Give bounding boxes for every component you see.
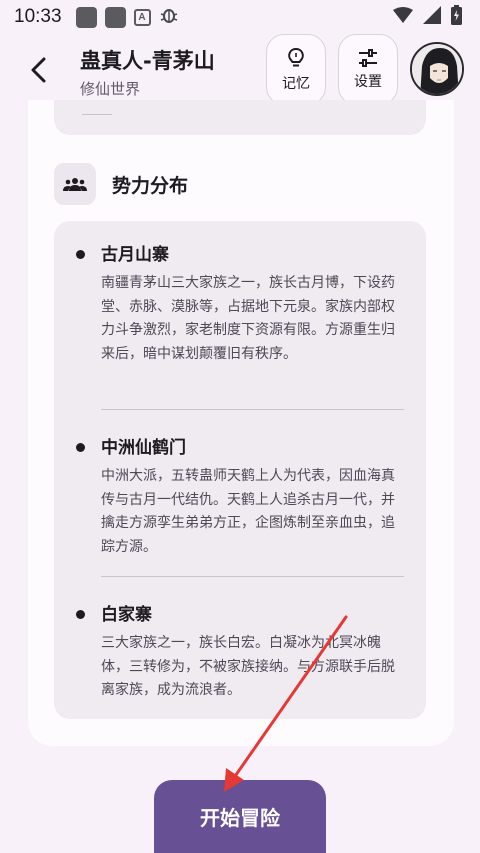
back-button[interactable] bbox=[22, 52, 54, 88]
a-app-icon: A bbox=[133, 8, 151, 26]
faction-description: 三大家族之一，族长白宏。白凝冰为北冥冰魄体，三转修为，不被家族接纳。与方源联手后… bbox=[101, 635, 395, 698]
status-icons-left: A bbox=[75, 5, 179, 30]
previous-section-panel bbox=[54, 100, 426, 135]
sliders-icon bbox=[359, 48, 377, 67]
notification-square-icon bbox=[75, 6, 97, 28]
factions-panel: 古月山寨 南疆青茅山三大家族之一，族长古月博，下设药堂、赤脉、漠脉等，占据地下元… bbox=[54, 221, 426, 719]
bug-icon bbox=[159, 5, 179, 30]
divider bbox=[101, 409, 404, 410]
faction-name: 古月山寨 bbox=[101, 245, 169, 265]
status-time: 10:33 bbox=[14, 6, 62, 27]
faction-description: 南疆青茅山三大家族之一，族长古月博，下设药堂、赤脉、漠脉等，占据地下元泉。家族内… bbox=[101, 275, 395, 362]
section-header: 势力分布 bbox=[54, 162, 188, 206]
lightbulb-icon bbox=[288, 47, 304, 66]
groups-icon bbox=[63, 178, 87, 191]
bullet bbox=[76, 250, 85, 259]
divider bbox=[82, 114, 112, 115]
bullet bbox=[76, 443, 85, 452]
battery-charging-icon bbox=[451, 5, 462, 29]
settings-button[interactable]: 设置 bbox=[338, 34, 398, 105]
section-title: 势力分布 bbox=[112, 174, 189, 197]
faction-description: 中洲大派，五转蛊师天鹤上人为代表，因血海真传与古月一代结仇。天鹤上人追杀古月一代… bbox=[101, 468, 395, 555]
start-adventure-button[interactable]: 开始冒险 bbox=[154, 780, 326, 853]
wifi-icon bbox=[393, 7, 413, 27]
section-icon-box bbox=[54, 163, 96, 205]
chevron-left-icon bbox=[31, 57, 46, 83]
settings-button-label: 设置 bbox=[354, 73, 382, 90]
status-icons-right bbox=[393, 5, 462, 29]
bullet bbox=[76, 610, 85, 619]
divider bbox=[101, 576, 404, 577]
memory-button[interactable]: 记忆 bbox=[266, 34, 326, 105]
page-title: 蛊真人-青茅山 bbox=[80, 49, 215, 73]
status-bar: 10:33 A bbox=[0, 0, 480, 34]
memory-button-label: 记忆 bbox=[282, 75, 310, 92]
notification-square-icon bbox=[104, 6, 126, 28]
page-subtitle: 修仙世界 bbox=[80, 80, 141, 98]
faction-name: 中洲仙鹤门 bbox=[101, 438, 186, 458]
avatar[interactable] bbox=[410, 42, 464, 96]
faction-name: 白家寨 bbox=[101, 605, 152, 625]
signal-icon bbox=[423, 6, 441, 28]
